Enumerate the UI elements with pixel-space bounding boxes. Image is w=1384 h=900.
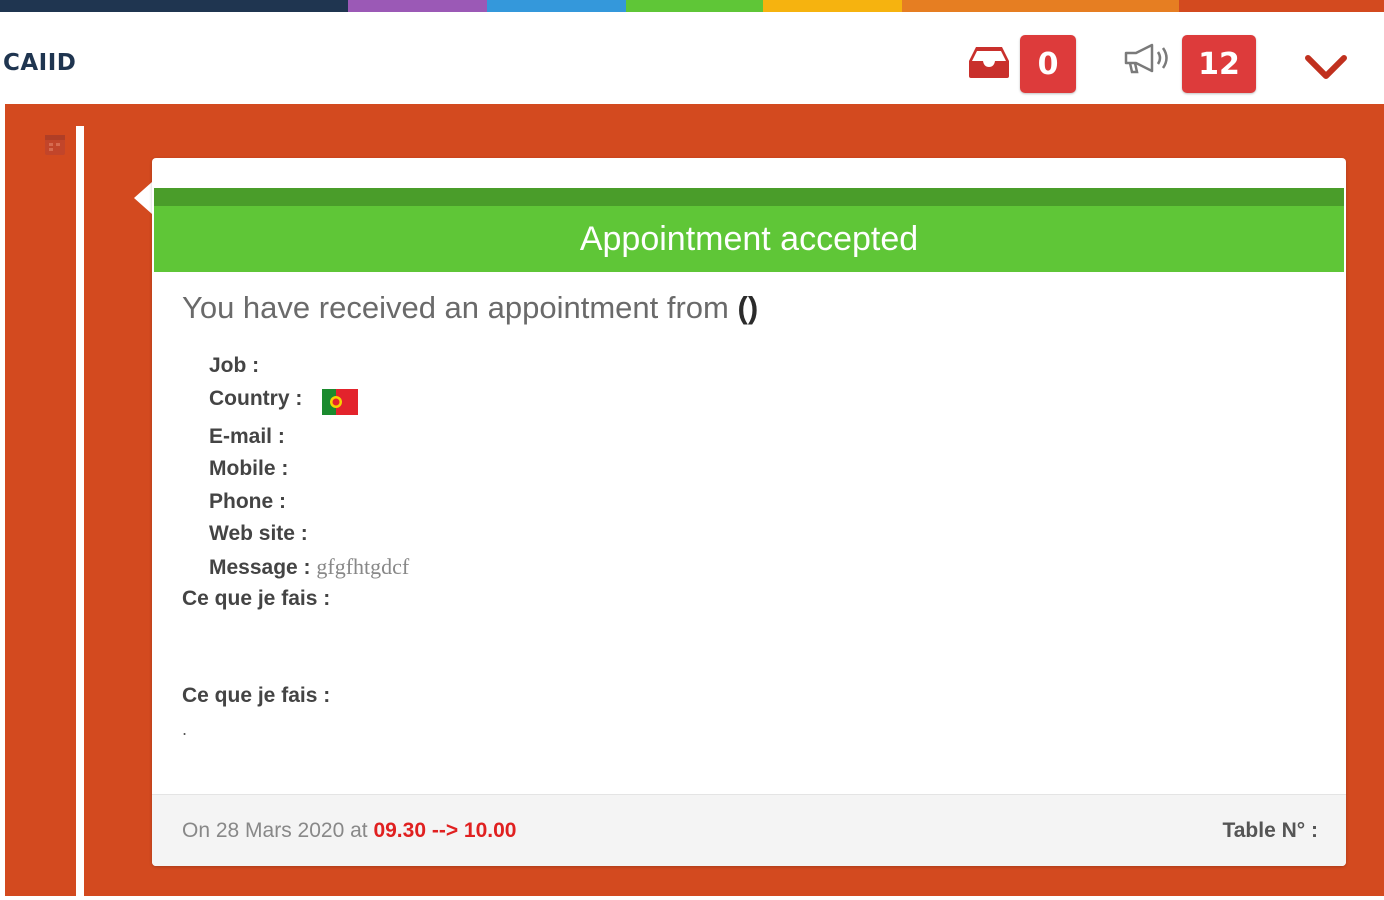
section2-value: . xyxy=(182,720,188,739)
table-number: Table N° : xyxy=(1222,819,1318,842)
email-field: E-mail : xyxy=(209,425,285,448)
top-header: CAIID 0 12 xyxy=(0,12,1384,104)
appointment-date: On 28 Mars 2020 at 09.30 --> 10.00 xyxy=(182,819,516,843)
strip-segment-red xyxy=(1179,0,1384,12)
strip-segment-orange xyxy=(902,0,1179,12)
message-label: Message : xyxy=(209,556,311,579)
color-strip xyxy=(0,0,1384,12)
strip-segment-purple xyxy=(348,0,487,12)
card-footer: On 28 Mars 2020 at 09.30 --> 10.00 Table… xyxy=(152,794,1346,866)
message-field: Message : gfgfhtgdcf xyxy=(209,554,409,580)
inbox-count-badge[interactable]: 0 xyxy=(1020,35,1076,93)
sender-name: () xyxy=(737,290,759,325)
megaphone-icon[interactable] xyxy=(1120,42,1176,76)
website-field: Web site : xyxy=(209,522,308,545)
strip-segment-navy xyxy=(0,0,348,12)
timeline-line xyxy=(76,126,84,900)
mobile-field: Mobile : xyxy=(209,457,289,480)
inbox-icon[interactable] xyxy=(968,45,1010,79)
appointment-card: Appointment accepted You have received a… xyxy=(152,158,1346,866)
card-title: Appointment accepted xyxy=(154,188,1344,272)
section2-label: Ce que je fais : xyxy=(182,684,331,707)
time-range: 09.30 --> 10.00 xyxy=(373,819,517,842)
job-field: Job : xyxy=(209,354,260,377)
notification-count-badge[interactable]: 12 xyxy=(1182,35,1256,93)
card-pointer xyxy=(134,182,152,214)
section1-label: Ce que je fais : xyxy=(182,587,331,610)
intro-label: You have received an appointment from xyxy=(182,290,729,325)
chevron-down-icon[interactable] xyxy=(1303,52,1349,82)
calendar-icon xyxy=(45,135,65,155)
brand-logo[interactable]: CAIID xyxy=(3,50,76,76)
strip-segment-blue xyxy=(487,0,626,12)
bottom-edge xyxy=(0,896,1384,900)
message-value: gfgfhtgdcf xyxy=(316,554,410,579)
phone-field: Phone : xyxy=(209,490,286,513)
strip-segment-green xyxy=(626,0,763,12)
date-prefix: On 28 Mars 2020 at xyxy=(182,819,368,842)
left-edge xyxy=(0,104,5,900)
portugal-flag-icon xyxy=(322,389,358,415)
country-field: Country : xyxy=(209,387,303,410)
intro-text: You have received an appointment from () xyxy=(182,290,758,326)
strip-segment-yellow xyxy=(763,0,902,12)
